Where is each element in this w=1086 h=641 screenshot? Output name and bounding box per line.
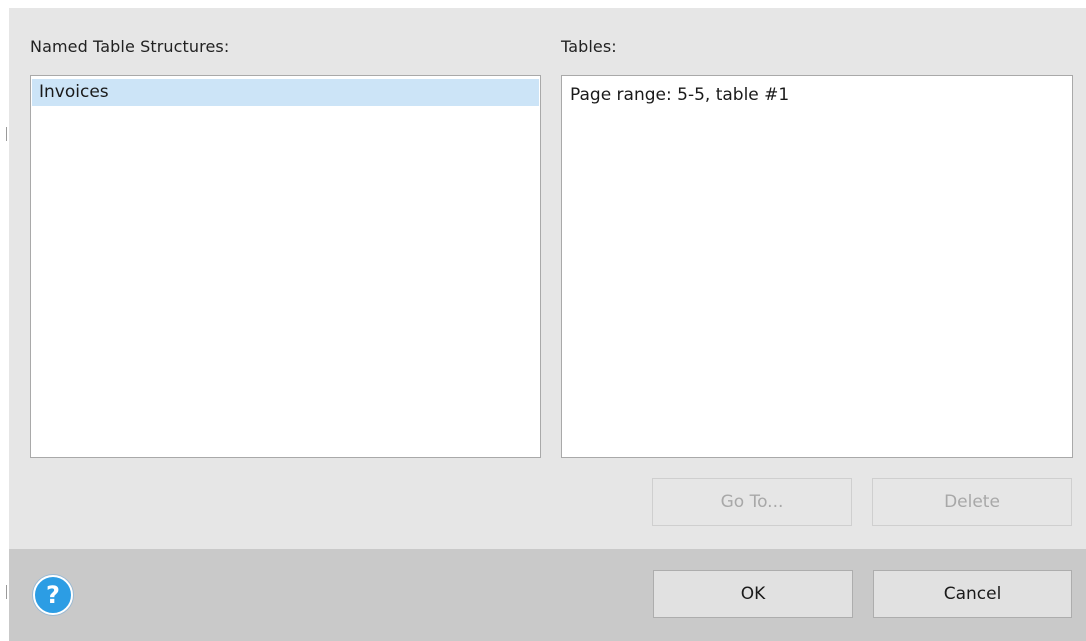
tables-label: Tables: [561,37,617,56]
window-left-edge [0,0,9,641]
help-icon[interactable]: ? [33,575,73,615]
edge-tick [6,127,7,141]
tables-list[interactable]: Page range: 5-5, table #1 [561,75,1073,458]
ok-button[interactable]: OK [653,570,853,618]
table-structures-dialog: Named Table Structures: Invoices Tables:… [9,8,1086,641]
named-table-structures-list[interactable]: Invoices [30,75,541,458]
edge-tick [6,585,7,599]
named-table-structures-label: Named Table Structures: [30,37,230,56]
list-item-table[interactable]: Page range: 5-5, table #1 [563,82,1071,109]
cancel-button[interactable]: Cancel [873,570,1072,618]
delete-button[interactable]: Delete [872,478,1072,526]
window-top-strip [0,0,1086,8]
list-item-invoices[interactable]: Invoices [32,79,539,106]
goto-button[interactable]: Go To... [652,478,852,526]
